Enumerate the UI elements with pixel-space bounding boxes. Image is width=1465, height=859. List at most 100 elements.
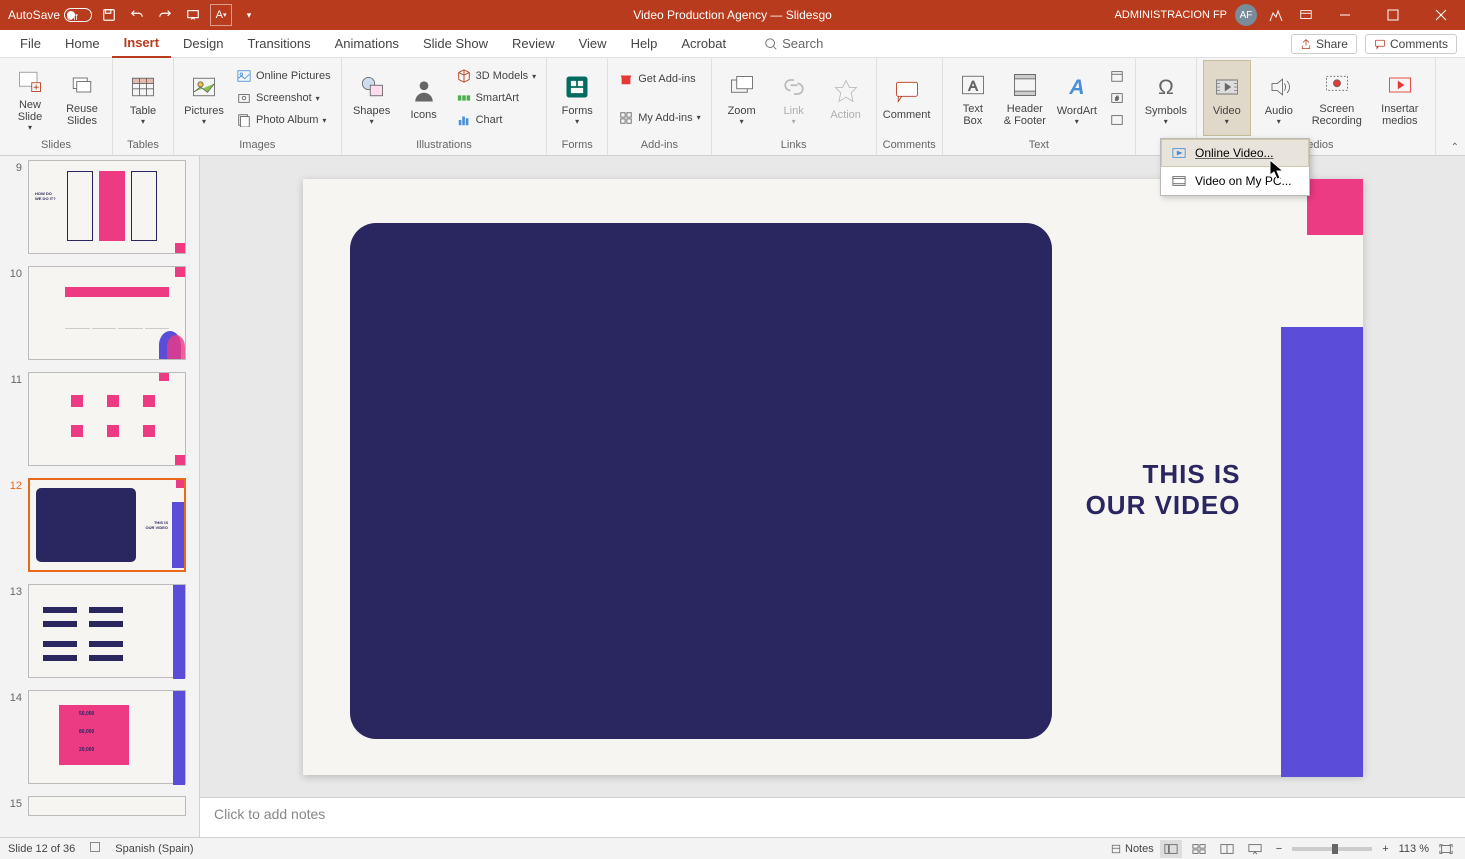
- new-slide-icon: [14, 65, 46, 97]
- slide-pink-square[interactable]: [1307, 179, 1363, 235]
- thumbnail-15[interactable]: 15: [4, 796, 195, 816]
- zoom-percent[interactable]: 113 %: [1399, 843, 1429, 855]
- coming-soon-icon[interactable]: [1265, 4, 1287, 26]
- icons-button[interactable]: Icons: [400, 60, 448, 136]
- object-button[interactable]: [1105, 110, 1129, 130]
- autosave-toggle[interactable]: AutoSave Off: [8, 8, 92, 22]
- slideshow-button[interactable]: [1244, 840, 1266, 858]
- tab-insert[interactable]: Insert: [112, 30, 171, 58]
- 3d-models-button[interactable]: 3D Models ▾: [452, 66, 541, 86]
- reuse-slides-button[interactable]: Reuse Slides: [58, 60, 106, 136]
- date-time-button[interactable]: [1105, 66, 1129, 86]
- reading-view-button[interactable]: [1216, 840, 1238, 858]
- thumbnail-12[interactable]: 12 THIS ISOUR VIDEO: [4, 478, 195, 572]
- fit-to-window-button[interactable]: [1435, 840, 1457, 858]
- slide-sorter-button[interactable]: [1188, 840, 1210, 858]
- slide-count[interactable]: Slide 12 of 36: [8, 843, 75, 855]
- thumbnail-14[interactable]: 14 50,000 80,000 20,000: [4, 690, 195, 784]
- online-pictures-icon: [236, 68, 252, 84]
- group-illustrations-label: Illustrations: [348, 139, 541, 153]
- comment-button[interactable]: Comment: [883, 60, 931, 136]
- autosave-label: AutoSave: [8, 8, 60, 22]
- account-name[interactable]: ADMINISTRACION FP: [1115, 9, 1227, 21]
- thumbnail-10[interactable]: 10: [4, 266, 195, 360]
- new-slide-button[interactable]: New Slide ▾: [6, 60, 54, 136]
- forms-button[interactable]: Forms▾: [553, 60, 601, 136]
- tab-animations[interactable]: Animations: [323, 30, 411, 58]
- notes-toggle[interactable]: Notes: [1110, 843, 1154, 855]
- symbols-icon: Ω: [1150, 71, 1182, 103]
- zoom-out-button[interactable]: −: [1272, 843, 1286, 855]
- action-button[interactable]: Action: [822, 60, 870, 136]
- video-on-pc-menuitem[interactable]: Video on My PC...: [1161, 167, 1309, 195]
- screen-recording-button[interactable]: Screen Recording: [1307, 60, 1367, 136]
- online-video-menuitem[interactable]: Online Video...: [1161, 139, 1309, 167]
- ribbon-right-buttons: Share Comments: [1291, 34, 1457, 54]
- my-addins-button[interactable]: My Add-ins ▾: [614, 108, 704, 128]
- close-button[interactable]: [1421, 0, 1461, 30]
- zoom-slider[interactable]: [1292, 847, 1372, 851]
- account-avatar[interactable]: AF: [1235, 4, 1257, 26]
- slide-canvas[interactable]: THIS IS OUR VIDEO: [303, 179, 1363, 775]
- slide-canvas-wrap[interactable]: THIS IS OUR VIDEO: [200, 156, 1465, 797]
- tab-review[interactable]: Review: [500, 30, 567, 58]
- ribbon-display-options[interactable]: [1295, 4, 1317, 26]
- tab-acrobat[interactable]: Acrobat: [669, 30, 738, 58]
- video-button[interactable]: Video▾: [1203, 60, 1251, 136]
- tab-transitions[interactable]: Transitions: [236, 30, 323, 58]
- language-status[interactable]: Spanish (Spain): [115, 843, 193, 855]
- tab-file[interactable]: File: [8, 30, 53, 58]
- zoom-in-button[interactable]: +: [1378, 843, 1392, 855]
- redo-button[interactable]: [154, 4, 176, 26]
- collapse-ribbon-button[interactable]: ⌃: [1451, 142, 1459, 153]
- slide-number-button[interactable]: #: [1105, 88, 1129, 108]
- notes-pane[interactable]: Click to add notes: [200, 797, 1465, 837]
- thumbnail-13[interactable]: 13: [4, 584, 195, 678]
- shapes-button[interactable]: Shapes▾: [348, 60, 396, 136]
- slide-video-placeholder[interactable]: [350, 223, 1052, 739]
- minimize-button[interactable]: [1325, 0, 1365, 30]
- insertar-medios-button[interactable]: Insertar medios: [1371, 60, 1429, 136]
- title-bar-right: ADMINISTRACION FP AF: [1115, 0, 1465, 30]
- maximize-button[interactable]: [1373, 0, 1413, 30]
- status-right: Notes − + 113 %: [1110, 840, 1457, 858]
- tab-design[interactable]: Design: [171, 30, 235, 58]
- smartart-button[interactable]: SmartArt: [452, 88, 541, 108]
- tab-help[interactable]: Help: [619, 30, 670, 58]
- zoom-button[interactable]: Zoom▾: [718, 60, 766, 136]
- thumbnail-11[interactable]: 11: [4, 372, 195, 466]
- font-size-qat[interactable]: A▾: [210, 4, 232, 26]
- accessibility-icon[interactable]: [89, 841, 101, 856]
- forms-icon: [561, 71, 593, 103]
- slide-purple-bar[interactable]: [1281, 327, 1363, 777]
- pictures-button[interactable]: Pictures ▾: [180, 60, 228, 136]
- symbols-button[interactable]: ΩSymbols▾: [1142, 60, 1190, 136]
- wordart-button[interactable]: AWordArt▾: [1053, 60, 1101, 136]
- text-box-button[interactable]: AText Box: [949, 60, 997, 136]
- table-button[interactable]: Table ▾: [119, 60, 167, 136]
- comments-button[interactable]: Comments: [1365, 34, 1457, 54]
- online-pictures-button[interactable]: Online Pictures: [232, 66, 335, 86]
- normal-view-button[interactable]: [1160, 840, 1182, 858]
- slide-title-text[interactable]: THIS IS OUR VIDEO: [1086, 459, 1241, 521]
- audio-button[interactable]: Audio▾: [1255, 60, 1303, 136]
- thumbnails-panel[interactable]: 9 HOW DOWE DO IT? 10 11: [0, 156, 200, 837]
- thumbnail-9[interactable]: 9 HOW DOWE DO IT?: [4, 160, 195, 254]
- link-button[interactable]: Link▾: [770, 60, 818, 136]
- chart-button[interactable]: Chart: [452, 110, 541, 130]
- get-addins-button[interactable]: Get Add-ins: [614, 69, 704, 89]
- save-button[interactable]: [98, 4, 120, 26]
- tab-view[interactable]: View: [567, 30, 619, 58]
- header-footer-button[interactable]: Header & Footer: [1001, 60, 1049, 136]
- document-title: Video Production Agency — Slidesgo: [633, 8, 832, 22]
- tab-home[interactable]: Home: [53, 30, 112, 58]
- screenshot-button[interactable]: Screenshot ▾: [232, 88, 335, 108]
- present-from-start-button[interactable]: [182, 4, 204, 26]
- undo-button[interactable]: [126, 4, 148, 26]
- share-button[interactable]: Share: [1291, 34, 1357, 54]
- search-input[interactable]: Search: [758, 34, 829, 53]
- tab-slideshow[interactable]: Slide Show: [411, 30, 500, 58]
- photo-album-button[interactable]: Photo Album ▾: [232, 110, 335, 130]
- qat-customize[interactable]: ▾: [238, 4, 260, 26]
- thumbnail-13-preview: [28, 584, 186, 678]
